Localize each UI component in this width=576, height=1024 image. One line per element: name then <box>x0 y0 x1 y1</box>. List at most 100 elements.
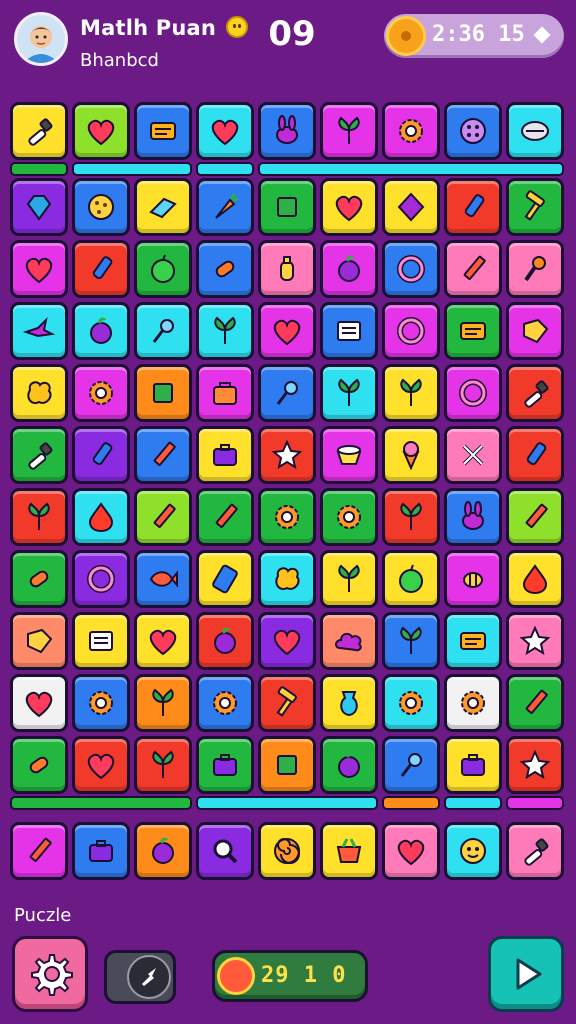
tile-hammer[interactable] <box>506 178 564 236</box>
tile-blob[interactable] <box>10 364 68 422</box>
tile-leaf[interactable] <box>320 364 378 422</box>
tile-pin[interactable] <box>134 302 192 360</box>
tile-ring[interactable] <box>444 364 502 422</box>
tile-blob[interactable] <box>258 550 316 608</box>
tile-candy[interactable] <box>10 736 68 794</box>
tile-gear[interactable] <box>382 102 440 160</box>
tile-heart[interactable] <box>196 102 254 160</box>
tile-candy[interactable] <box>10 550 68 608</box>
tile-marker[interactable] <box>506 426 564 484</box>
tile-star[interactable] <box>506 612 564 670</box>
tile-ring[interactable] <box>72 550 130 608</box>
tile-leaf[interactable] <box>134 736 192 794</box>
tile-card[interactable] <box>444 612 502 670</box>
tile-pencil[interactable] <box>506 488 564 546</box>
tile-cloud[interactable] <box>320 612 378 670</box>
tile-cone[interactable] <box>382 426 440 484</box>
tile-heart[interactable] <box>72 736 130 794</box>
tile-note[interactable] <box>320 302 378 360</box>
tile-heart[interactable] <box>134 612 192 670</box>
tile-leaf[interactable] <box>320 550 378 608</box>
tile-apple[interactable] <box>134 240 192 298</box>
tile-fruit[interactable] <box>320 736 378 794</box>
tile-leaf[interactable] <box>382 488 440 546</box>
tile-pill[interactable] <box>506 102 564 160</box>
tile-gear[interactable] <box>444 674 502 732</box>
tile-gear[interactable] <box>258 488 316 546</box>
tile-bottle[interactable] <box>258 240 316 298</box>
tile-drop[interactable] <box>72 488 130 546</box>
tile-marker[interactable] <box>72 240 130 298</box>
tile-fruit[interactable] <box>134 822 192 880</box>
tile-box[interactable] <box>258 736 316 794</box>
tile-gear[interactable] <box>196 674 254 732</box>
tile-fruit[interactable] <box>196 612 254 670</box>
tile-ring[interactable] <box>382 302 440 360</box>
tile-pin[interactable] <box>382 736 440 794</box>
tile-fruit[interactable] <box>320 240 378 298</box>
tile-bag[interactable] <box>196 364 254 422</box>
tile-pencil[interactable] <box>444 240 502 298</box>
tile-vase[interactable] <box>320 674 378 732</box>
tile-gear[interactable] <box>320 488 378 546</box>
tile-star[interactable] <box>506 736 564 794</box>
tile-heart[interactable] <box>10 240 68 298</box>
timer-pill[interactable]: 2:36 15 <box>384 14 564 58</box>
tile-face[interactable] <box>444 822 502 880</box>
tile-search[interactable] <box>196 822 254 880</box>
tile-carrot[interactable] <box>196 178 254 236</box>
tile-heart[interactable] <box>258 302 316 360</box>
tile-card[interactable] <box>444 302 502 360</box>
tile-pencil[interactable] <box>134 426 192 484</box>
tile-gear[interactable] <box>72 674 130 732</box>
tile-note[interactable] <box>72 612 130 670</box>
tile-brush[interactable] <box>506 822 564 880</box>
tile-pencil[interactable] <box>196 488 254 546</box>
tile-phone[interactable] <box>196 550 254 608</box>
tile-bunny[interactable] <box>258 102 316 160</box>
tile-box[interactable] <box>134 364 192 422</box>
tile-cake[interactable] <box>320 426 378 484</box>
tile-pencil[interactable] <box>134 488 192 546</box>
tile-marker[interactable] <box>72 426 130 484</box>
tile-star[interactable] <box>258 426 316 484</box>
tile-cookie[interactable] <box>72 178 130 236</box>
tile-marker[interactable] <box>444 178 502 236</box>
tile-heart[interactable] <box>72 102 130 160</box>
tile-diamond[interactable] <box>382 178 440 236</box>
tile-ring[interactable] <box>382 240 440 298</box>
tile-leaf[interactable] <box>320 102 378 160</box>
tile-brush[interactable] <box>10 426 68 484</box>
tile-bunny[interactable] <box>444 488 502 546</box>
tile-case[interactable] <box>196 426 254 484</box>
tile-drop[interactable] <box>506 550 564 608</box>
tile-tools[interactable] <box>444 426 502 484</box>
tile-fish[interactable] <box>134 550 192 608</box>
tile-spiral[interactable] <box>258 822 316 880</box>
tile-case[interactable] <box>444 736 502 794</box>
tile-leaf[interactable] <box>196 302 254 360</box>
tile-mic[interactable] <box>506 240 564 298</box>
tile-bee[interactable] <box>444 550 502 608</box>
tile-heart[interactable] <box>10 674 68 732</box>
tile-heart[interactable] <box>382 822 440 880</box>
tile-heart[interactable] <box>258 612 316 670</box>
avatar[interactable] <box>14 12 68 66</box>
tile-brush[interactable] <box>10 102 68 160</box>
tile-eraser[interactable] <box>134 178 192 236</box>
tile-fruit[interactable] <box>72 302 130 360</box>
tile-brush[interactable] <box>506 364 564 422</box>
tile-leaf[interactable] <box>382 612 440 670</box>
tile-gem[interactable] <box>10 178 68 236</box>
tile-pin[interactable] <box>258 364 316 422</box>
tile-pencil[interactable] <box>10 822 68 880</box>
play-button[interactable] <box>488 936 564 1012</box>
tile-gear[interactable] <box>72 364 130 422</box>
settings-button[interactable] <box>12 936 88 1012</box>
tile-heart[interactable] <box>320 178 378 236</box>
tile-case[interactable] <box>196 736 254 794</box>
tile-basket[interactable] <box>320 822 378 880</box>
tile-leaf[interactable] <box>382 364 440 422</box>
tile-bird[interactable] <box>10 302 68 360</box>
tile-card[interactable] <box>134 102 192 160</box>
